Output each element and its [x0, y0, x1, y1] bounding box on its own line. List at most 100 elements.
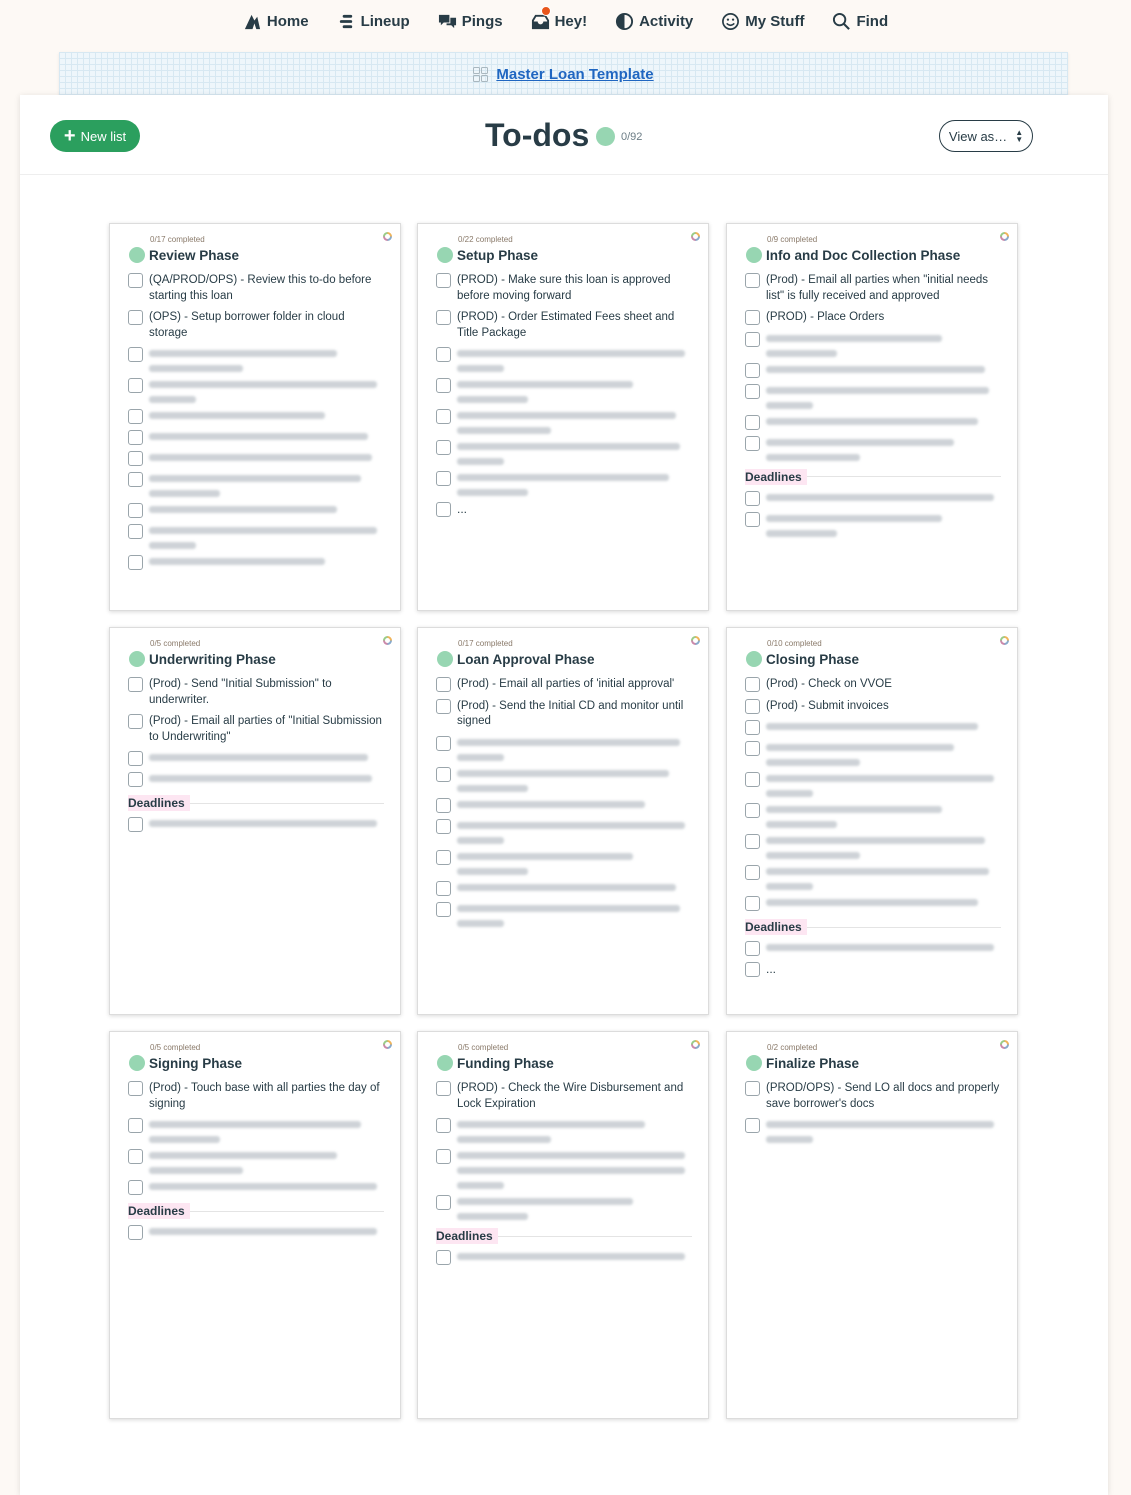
todo-checkbox[interactable]: [128, 451, 143, 466]
todo-checkbox[interactable]: [436, 677, 451, 692]
todo-checkbox[interactable]: [128, 772, 143, 787]
list-title[interactable]: Funding Phase: [457, 1056, 554, 1071]
todo-text-redacted[interactable]: [457, 850, 692, 875]
todo-text-redacted[interactable]: [766, 363, 1001, 373]
list-options-icon[interactable]: [383, 232, 392, 241]
todo-checkbox[interactable]: [745, 414, 760, 430]
todo-checkbox[interactable]: [436, 347, 451, 362]
todo-text-redacted[interactable]: [149, 555, 384, 565]
todo-checkbox[interactable]: [436, 471, 451, 486]
todo-checkbox[interactable]: [436, 378, 451, 393]
todo-checkbox[interactable]: [436, 849, 451, 865]
todo-text[interactable]: ...: [457, 502, 692, 518]
todo-checkbox[interactable]: [436, 797, 451, 813]
todo-checkbox[interactable]: [128, 472, 143, 487]
todo-text-redacted[interactable]: [766, 803, 1001, 828]
todo-checkbox[interactable]: [745, 273, 760, 288]
todo-checkbox[interactable]: [128, 677, 143, 692]
todo-checkbox[interactable]: [128, 1118, 143, 1133]
todo-text[interactable]: (QA/PROD/OPS) - Review this to-do before…: [149, 273, 384, 304]
todo-checkbox[interactable]: [745, 941, 760, 956]
list-title[interactable]: Finalize Phase: [766, 1056, 859, 1071]
todo-checkbox[interactable]: [128, 555, 143, 570]
todo-text-redacted[interactable]: [457, 1118, 692, 1143]
todo-checkbox[interactable]: [128, 1225, 143, 1240]
todo-text-redacted[interactable]: [149, 1149, 384, 1174]
todo-text[interactable]: (PROD/OPS) - Send LO all docs and proper…: [766, 1081, 1001, 1112]
todo-checkbox[interactable]: [128, 273, 143, 288]
todo-text-redacted[interactable]: [766, 415, 1001, 425]
todo-text-redacted[interactable]: [149, 430, 384, 440]
todo-text-redacted[interactable]: [766, 512, 1001, 537]
todo-text-redacted[interactable]: [766, 332, 1001, 357]
list-options-icon[interactable]: [1000, 636, 1009, 645]
todo-text[interactable]: (Prod) - Email all parties of 'initial a…: [457, 677, 692, 693]
todo-text-redacted[interactable]: [149, 451, 384, 461]
todo-checkbox[interactable]: [745, 741, 760, 756]
todo-text-redacted[interactable]: [766, 741, 1001, 766]
nav-lineup[interactable]: Lineup: [337, 12, 410, 31]
list-options-icon[interactable]: [691, 1040, 700, 1049]
todo-checkbox[interactable]: [128, 378, 143, 393]
todo-checkbox[interactable]: [745, 865, 760, 880]
todo-checkbox[interactable]: [436, 310, 451, 325]
todo-checkbox[interactable]: [128, 409, 143, 424]
nav-hey[interactable]: Hey!: [531, 5, 587, 31]
todo-checkbox[interactable]: [745, 677, 760, 692]
nav-home[interactable]: Home: [243, 12, 309, 31]
todo-checkbox[interactable]: [436, 1149, 451, 1164]
todo-text-redacted[interactable]: [457, 736, 692, 761]
todo-checkbox[interactable]: [128, 1180, 143, 1195]
list-options-icon[interactable]: [1000, 232, 1009, 241]
todo-text[interactable]: (Prod) - Email all parties of "Initial S…: [149, 714, 384, 745]
todo-text[interactable]: (PROD) - Place Orders: [766, 310, 1001, 326]
todo-text[interactable]: (Prod) - Check on VVOE: [766, 677, 1001, 693]
todo-checkbox[interactable]: [128, 1149, 143, 1164]
todo-text-redacted[interactable]: [457, 1250, 692, 1260]
todo-checkbox[interactable]: [745, 310, 760, 325]
todo-checkbox[interactable]: [436, 273, 451, 288]
todo-checkbox[interactable]: [745, 720, 760, 735]
todo-text-redacted[interactable]: [457, 440, 692, 465]
view-as-select[interactable]: View as… ▲ ▼: [939, 120, 1033, 152]
todo-text-redacted[interactable]: [457, 1195, 692, 1220]
todo-checkbox[interactable]: [436, 502, 451, 517]
todo-checkbox[interactable]: [436, 901, 451, 917]
todo-checkbox[interactable]: [128, 430, 143, 445]
todo-text-redacted[interactable]: [457, 409, 692, 434]
todo-checkbox[interactable]: [745, 511, 760, 527]
todo-text-redacted[interactable]: [149, 751, 384, 761]
todo-checkbox[interactable]: [436, 698, 451, 714]
list-options-icon[interactable]: [691, 636, 700, 645]
todo-text-redacted[interactable]: [766, 720, 1001, 730]
todo-checkbox[interactable]: [745, 1081, 760, 1096]
todo-text[interactable]: ...: [766, 962, 1001, 978]
todo-text-redacted[interactable]: [766, 896, 1001, 906]
todo-checkbox[interactable]: [745, 362, 760, 378]
todo-text-redacted[interactable]: [457, 902, 692, 927]
todo-text-redacted[interactable]: [457, 881, 692, 891]
list-title[interactable]: Signing Phase: [149, 1056, 242, 1071]
list-options-icon[interactable]: [383, 636, 392, 645]
todo-checkbox[interactable]: [436, 1081, 451, 1096]
todo-checkbox[interactable]: [436, 818, 451, 834]
list-options-icon[interactable]: [1000, 1040, 1009, 1049]
todo-text-redacted[interactable]: [766, 941, 1001, 951]
todo-text-redacted[interactable]: [766, 491, 1001, 501]
todo-checkbox[interactable]: [436, 880, 451, 896]
todo-text-redacted[interactable]: [149, 1225, 384, 1235]
list-options-icon[interactable]: [383, 1040, 392, 1049]
list-options-icon[interactable]: [691, 232, 700, 241]
todo-text-redacted[interactable]: [457, 767, 692, 792]
todo-text[interactable]: (Prod) - Submit invoices: [766, 699, 1001, 715]
todo-text-redacted[interactable]: [149, 472, 384, 497]
todo-text-redacted[interactable]: [149, 817, 384, 827]
todo-checkbox[interactable]: [128, 310, 143, 325]
todo-checkbox[interactable]: [745, 331, 760, 347]
todo-text[interactable]: (Prod) - Send "Initial Submission" to un…: [149, 677, 384, 708]
todo-text-redacted[interactable]: [766, 865, 1001, 890]
todo-text-redacted[interactable]: [149, 772, 384, 782]
todo-text-redacted[interactable]: [457, 378, 692, 403]
list-title[interactable]: Underwriting Phase: [149, 652, 276, 667]
nav-my-stuff[interactable]: My Stuff: [721, 12, 804, 31]
